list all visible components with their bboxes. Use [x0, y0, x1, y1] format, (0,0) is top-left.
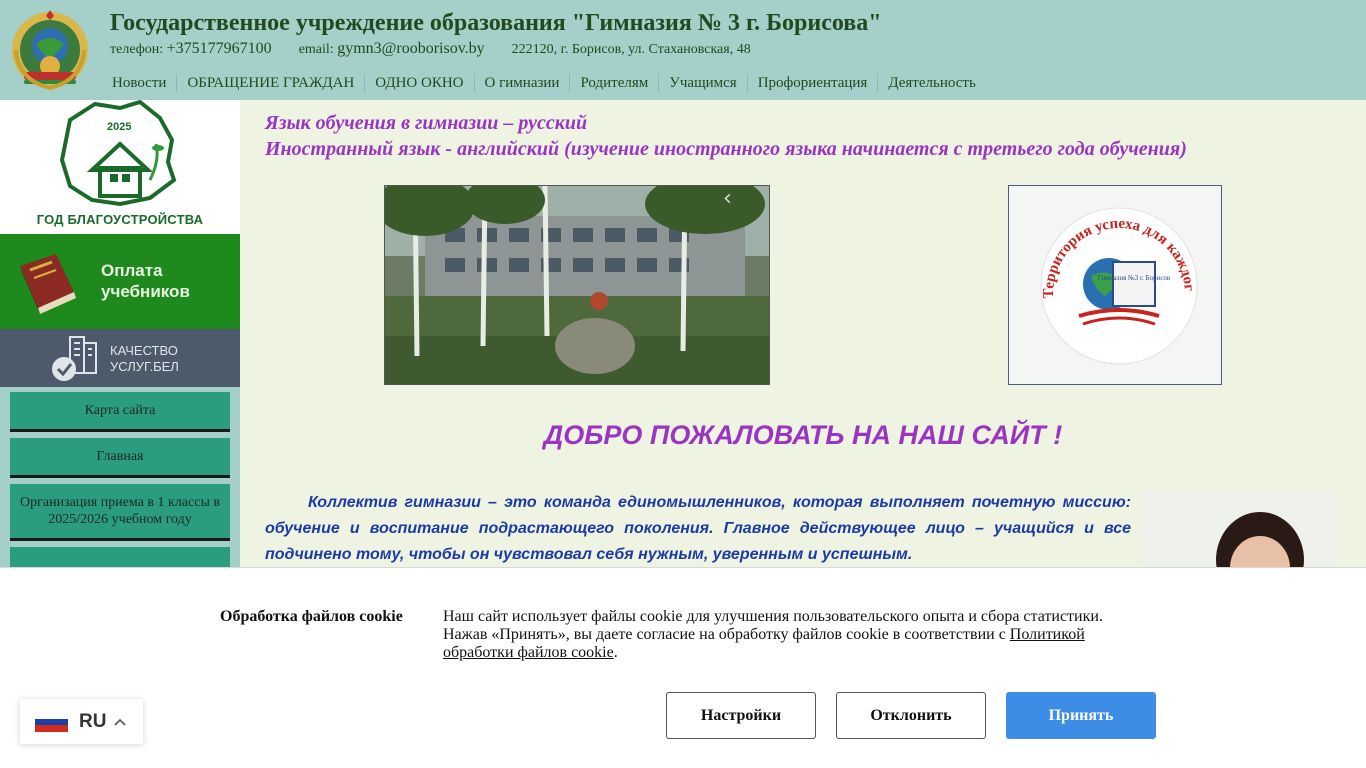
belarus-map-house-icon	[59, 100, 177, 207]
nav-item-appeals[interactable]: ОБРАЩЕНИЕ ГРАЖДАН	[177, 74, 366, 92]
textbook-payment-banner[interactable]: Оплата учебников	[0, 234, 240, 329]
slider-prev-arrow[interactable]: ‹	[723, 186, 732, 211]
cookie-text-end: .	[613, 644, 618, 661]
state-emblem-icon[interactable]	[10, 10, 90, 90]
side-menu-admission[interactable]: Организация приема в 1 классы в 2025/202…	[10, 484, 230, 541]
side-menu-home[interactable]: Главная	[10, 438, 230, 478]
cookie-decline-button[interactable]: Отклонить	[836, 692, 986, 739]
quality-services-banner[interactable]: КАЧЕСТВО УСЛУГ.БЕЛ	[0, 329, 240, 387]
nav-item-one-window[interactable]: ОДНО ОКНО	[365, 74, 475, 92]
logo-book-text: Гимназия №3 г. Борисов	[1098, 274, 1171, 282]
director-photo	[1140, 490, 1336, 570]
payment-line2: учебников	[101, 282, 190, 301]
language-of-instruction: Язык обучения в гимназии – русский	[265, 112, 588, 134]
success-territory-logo-icon: Территория успеха для каждого Гимназия №…	[1005, 174, 1198, 365]
year-of-improvement-banner[interactable]: 2025 ГОД БЛАГОУСТРОЙСТВА	[0, 100, 240, 234]
email-label: email:	[298, 42, 334, 57]
site-title: Государственное учреждение образования "…	[110, 10, 882, 36]
school-photo-slider[interactable]: ‹	[384, 185, 770, 385]
nav-item-activity[interactable]: Деятельность	[878, 74, 985, 92]
address: 222120, г. Борисов, ул. Стахановская, 48	[511, 42, 751, 57]
payment-line1: Оплата	[101, 261, 163, 280]
language-switcher[interactable]: RU	[20, 699, 143, 744]
site-header: Государственное учреждение образования "…	[0, 0, 1366, 100]
nav-item-students[interactable]: Учащимся	[659, 74, 748, 92]
nav-item-career[interactable]: Профориентация	[748, 74, 879, 92]
phone-number[interactable]: +375177967100	[167, 40, 272, 57]
book-icon	[20, 254, 76, 314]
cookie-settings-button[interactable]: Настройки	[666, 692, 816, 739]
cookie-description: Наш сайт использует файлы cookie для улу…	[443, 608, 1103, 643]
email-link[interactable]: gymn3@rooborisov.by	[337, 40, 484, 57]
gymnasium-logo-banner[interactable]: Территория успеха для каждого Гимназия №…	[1005, 174, 1222, 385]
nav-item-about[interactable]: О гимназии	[475, 74, 571, 92]
welcome-heading: ДОБРО ПОЖАЛОВАТЬ НА НАШ САЙТ !	[543, 420, 1063, 450]
cookie-title: Обработка файлов cookie	[220, 608, 403, 625]
side-menu: Карта сайта Главная Организация приема в…	[10, 392, 230, 583]
quality-line1: КАЧЕСТВО	[110, 343, 178, 358]
foreign-language-info: Иностранный язык - английский (изучение …	[265, 138, 1187, 160]
chevron-up-icon	[114, 718, 127, 726]
nav-item-parents[interactable]: Родителям	[570, 74, 660, 92]
main-nav: Новости ОБРАЩЕНИЕ ГРАЖДАН ОДНО ОКНО О ги…	[102, 72, 986, 94]
contact-info: телефон: +375177967100 email: gymn3@roob…	[110, 40, 751, 58]
language-code: RU	[79, 710, 107, 732]
cookie-consent-banner: Обработка файлов cookie Наш сайт использ…	[0, 567, 1366, 768]
year-label: 2025	[107, 121, 132, 133]
nav-item-news[interactable]: Новости	[102, 74, 178, 92]
school-building-photo	[385, 186, 769, 384]
intro-paragraph: Коллектив гимназии – это команда единомы…	[265, 494, 1131, 563]
year-caption: ГОД БЛАГОУСТРОЙСТВА	[36, 212, 204, 227]
phone-label: телефон:	[110, 42, 164, 57]
buildings-check-icon	[52, 336, 97, 381]
cookie-text: Наш сайт использует файлы cookie для улу…	[443, 608, 1123, 662]
quality-line2: УСЛУГ.БЕЛ	[110, 359, 179, 374]
russian-flag-icon	[35, 711, 68, 732]
cookie-accept-button[interactable]: Принять	[1006, 692, 1156, 739]
side-menu-sitemap[interactable]: Карта сайта	[10, 392, 230, 432]
